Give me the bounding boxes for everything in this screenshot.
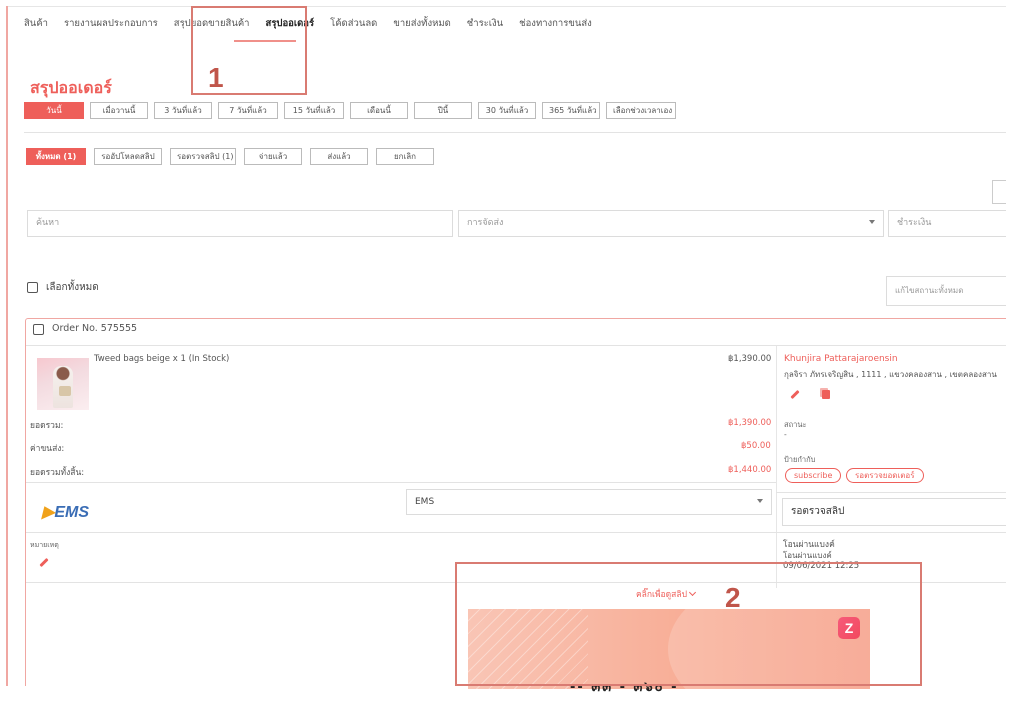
tag-subscribe[interactable]: subscribe bbox=[785, 468, 842, 483]
callout-number-1: 1 bbox=[208, 62, 224, 93]
date-filter-30days[interactable]: 30 วันที่แล้ว bbox=[478, 102, 536, 119]
date-filter-custom[interactable]: เลือกช่วงเวลาเอง bbox=[606, 102, 676, 119]
chevron-down-icon bbox=[757, 499, 763, 503]
subtotal-label: ยอดรวม: bbox=[30, 421, 64, 431]
shipping-select-label: การจัดส่ง bbox=[467, 218, 504, 228]
date-filter-group: วันนี้ เมื่อวานนี้ 3 วันที่แล้ว 7 วันที่… bbox=[24, 102, 676, 119]
nav-item-products[interactable]: สินค้า bbox=[16, 14, 56, 34]
ems-logo: ▶EMS bbox=[42, 504, 89, 521]
order-status-select[interactable]: รอตรวจสลิป bbox=[782, 498, 1006, 526]
note-label: หมายเหตุ bbox=[30, 541, 59, 549]
order-header-divider bbox=[26, 345, 1006, 346]
order-item-price: ฿1,390.00 bbox=[728, 354, 772, 364]
date-filter-yesterday[interactable]: เมื่อวานนี้ bbox=[90, 102, 148, 119]
side-toggle-button[interactable] bbox=[992, 180, 1006, 204]
carrier-select-label: EMS bbox=[415, 497, 435, 507]
callout-number-2: 2 bbox=[725, 582, 741, 613]
tag-awaiting-order-check[interactable]: รอตรวจยอดเตอร์ bbox=[846, 468, 924, 483]
status-filter-all[interactable]: ทั้งหมด (1) bbox=[26, 148, 86, 165]
status-label: สถานะ bbox=[784, 420, 807, 429]
nav-item-shipping-channels[interactable]: ช่องทางการขนส่ง bbox=[511, 14, 600, 34]
date-filter-today[interactable]: วันนี้ bbox=[24, 102, 84, 119]
page-title: สรุปออเดอร์ bbox=[30, 78, 112, 97]
nav-item-performance-report[interactable]: รายงานผลประกอบการ bbox=[56, 14, 166, 34]
nav-item-wholesale[interactable]: ขายส่งทั้งหมด bbox=[385, 14, 458, 34]
bulk-status-select[interactable]: แก้ไขสถานะทั้งหมด bbox=[886, 276, 1006, 306]
callout-box-2 bbox=[455, 562, 922, 686]
customer-address: กุลจิรา ภัทรเจริญสิน , 1111 , แขวงคลองสา… bbox=[784, 370, 997, 379]
tags-divider bbox=[776, 492, 1006, 493]
date-filter-this-month[interactable]: เดือนนี้ bbox=[350, 102, 408, 119]
total-label: ยอดรวมทั้งสิ้น: bbox=[30, 468, 85, 478]
total-value: ฿1,440.00 bbox=[728, 465, 772, 475]
date-filter-3days[interactable]: 3 วันที่แล้ว bbox=[154, 102, 212, 119]
top-divider bbox=[8, 6, 1006, 7]
select-all-checkbox[interactable] bbox=[27, 282, 38, 293]
top-nav: สินค้า รายงานผลประกอบการ สรุปยอดขายสินค้… bbox=[16, 14, 600, 34]
date-filter-7days[interactable]: 7 วันที่แล้ว bbox=[218, 102, 278, 119]
status-filter-paid[interactable]: จ่ายแล้ว bbox=[244, 148, 302, 165]
chevron-down-icon bbox=[869, 220, 875, 224]
shipping-fee-label: ค่าขนส่ง: bbox=[30, 444, 65, 454]
status-filter-shipped[interactable]: ส่งแล้ว bbox=[310, 148, 368, 165]
status-filter-cancelled[interactable]: ยกเลิก bbox=[376, 148, 434, 165]
date-filter-15days[interactable]: 15 วันที่แล้ว bbox=[284, 102, 344, 119]
shipping-fee-value: ฿50.00 bbox=[741, 441, 771, 451]
shipping-select[interactable]: การจัดส่ง bbox=[458, 210, 884, 237]
card-vertical-divider bbox=[776, 346, 777, 588]
nav-item-discount-codes[interactable]: โค้ดส่วนลด bbox=[322, 14, 385, 34]
order-checkbox[interactable] bbox=[33, 324, 44, 335]
select-all-label: เลือกทั้งหมด bbox=[46, 282, 99, 293]
order-number: Order No. 575555 bbox=[52, 323, 138, 334]
search-input[interactable]: ค้นหา bbox=[27, 210, 453, 237]
copy-icon[interactable] bbox=[822, 390, 830, 399]
date-filter-this-year[interactable]: ปีนี้ bbox=[414, 102, 472, 119]
status-filter-awaiting-upload[interactable]: รออัปโหลดสลิป bbox=[94, 148, 162, 165]
order-item-text: Tweed bags beige x 1 (In Stock) bbox=[94, 354, 230, 364]
status-filter-group: ทั้งหมด (1) รออัปโหลดสลิป รอตรวจสลิป (1)… bbox=[26, 148, 434, 165]
tags-label: ป้ายกำกับ bbox=[784, 455, 816, 464]
subtotal-value: ฿1,390.00 bbox=[728, 418, 772, 428]
carrier-divider bbox=[26, 532, 1006, 533]
filter-divider bbox=[24, 132, 1006, 133]
date-filter-365days[interactable]: 365 วันที่แล้ว bbox=[542, 102, 600, 119]
payment-select[interactable]: ชำระเงิน bbox=[888, 210, 1006, 237]
status-filter-awaiting-check[interactable]: รอตรวจสลิป (1) bbox=[170, 148, 236, 165]
nav-item-payment[interactable]: ชำระเงิน bbox=[459, 14, 511, 34]
customer-name[interactable]: Khunjira Pattarajaroensin bbox=[784, 354, 898, 364]
status-value: - bbox=[784, 430, 787, 439]
totals-divider bbox=[26, 482, 776, 483]
carrier-select[interactable]: EMS bbox=[406, 489, 772, 515]
product-image bbox=[37, 358, 89, 410]
